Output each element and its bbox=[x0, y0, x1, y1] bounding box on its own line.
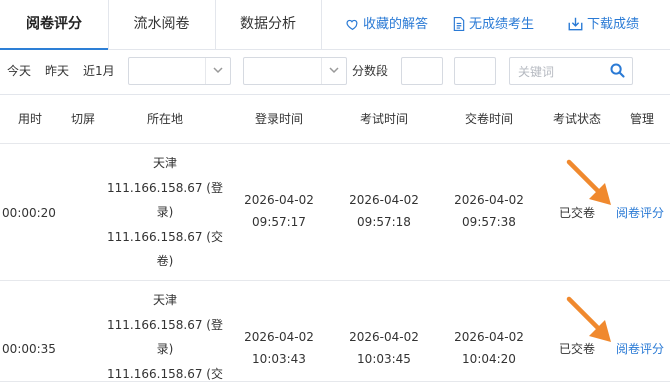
exam-date: 2026-04-02 bbox=[344, 326, 424, 348]
favorite-answers-label: 收藏的解答 bbox=[363, 17, 428, 32]
exam-time-cell: 2026-04-02 09:57:18 bbox=[344, 189, 424, 233]
col-duration: 用时 bbox=[0, 95, 60, 143]
col-submit-time: 交卷时间 bbox=[449, 95, 529, 143]
exam-clock: 09:57:18 bbox=[344, 211, 424, 233]
document-icon bbox=[453, 17, 465, 31]
no-score-candidates-link[interactable]: 无成绩考生 bbox=[453, 0, 534, 49]
location-ip-login-suffix: 录) bbox=[105, 200, 225, 225]
col-login-time: 登录时间 bbox=[239, 95, 319, 143]
score-min-input[interactable] bbox=[401, 57, 443, 85]
location-ip-login: 111.166.158.67 (登 bbox=[105, 313, 225, 338]
login-clock: 10:03:43 bbox=[239, 348, 319, 370]
chevron-down-icon bbox=[329, 67, 339, 74]
keyword-input[interactable] bbox=[516, 61, 608, 83]
col-location: 所在地 bbox=[105, 95, 225, 143]
filter-select-1[interactable] bbox=[128, 57, 231, 85]
submit-time-cell: 2026-04-02 09:57:38 bbox=[449, 189, 529, 233]
filter-select-2[interactable] bbox=[243, 57, 347, 85]
table-row: 00:00:20 天津 111.166.158.67 (登 录) 111.166… bbox=[0, 144, 670, 281]
col-exam-status: 考试状态 bbox=[544, 95, 610, 143]
col-exam-time: 考试时间 bbox=[344, 95, 424, 143]
login-date: 2026-04-02 bbox=[239, 189, 319, 211]
login-time-cell: 2026-04-02 10:03:43 bbox=[239, 326, 319, 370]
heart-icon bbox=[346, 18, 359, 31]
duration-cell: 00:00:35 bbox=[0, 339, 58, 359]
grade-button[interactable]: 阅卷评分 bbox=[616, 203, 670, 223]
location-city: 天津 bbox=[105, 288, 225, 313]
tab-flow-grading[interactable]: 流水阅卷 bbox=[108, 0, 216, 49]
filter-last-month[interactable]: 近1月 bbox=[83, 50, 115, 92]
tab-grading[interactable]: 阅卷评分 bbox=[0, 0, 109, 50]
col-manage: 管理 bbox=[618, 95, 666, 143]
table-header: 用时 切屏 所在地 登录时间 考试时间 交卷时间 考试状态 管理 bbox=[0, 95, 670, 144]
location-ip-submit: 111.166.158.67 (交 bbox=[105, 362, 225, 386]
submit-date: 2026-04-02 bbox=[449, 326, 529, 348]
duration-cell: 00:00:20 bbox=[0, 203, 58, 223]
filter-yesterday[interactable]: 昨天 bbox=[45, 50, 69, 92]
location-cell: 天津 111.166.158.67 (登 录) 111.166.158.67 (… bbox=[105, 151, 225, 274]
favorite-answers-link[interactable]: 收藏的解答 bbox=[346, 0, 428, 49]
pointer-arrow-icon bbox=[565, 158, 617, 210]
exam-date: 2026-04-02 bbox=[344, 189, 424, 211]
pointer-arrow-icon bbox=[565, 295, 617, 347]
exam-time-cell: 2026-04-02 10:03:45 bbox=[344, 326, 424, 370]
chevron-down-icon bbox=[213, 67, 223, 74]
location-ip-submit: 111.166.158.67 (交 bbox=[105, 225, 225, 250]
submit-clock: 09:57:38 bbox=[449, 211, 529, 233]
login-clock: 09:57:17 bbox=[239, 211, 319, 233]
download-icon bbox=[568, 17, 583, 31]
location-cell: 天津 111.166.158.67 (登 录) 111.166.158.67 (… bbox=[105, 288, 225, 386]
submit-clock: 10:04:20 bbox=[449, 348, 529, 370]
top-tab-bar: 阅卷评分 流水阅卷 数据分析 收藏的解答 无成绩考生 下载成绩 bbox=[0, 0, 670, 50]
grade-button[interactable]: 阅卷评分 bbox=[616, 339, 670, 359]
submit-date: 2026-04-02 bbox=[449, 189, 529, 211]
login-time-cell: 2026-04-02 09:57:17 bbox=[239, 189, 319, 233]
col-screen-switch: 切屏 bbox=[60, 95, 106, 143]
location-ip-submit-suffix: 卷) bbox=[105, 249, 225, 274]
filter-today[interactable]: 今天 bbox=[7, 50, 31, 92]
download-scores-label: 下载成绩 bbox=[587, 17, 639, 32]
location-ip-login-suffix: 录) bbox=[105, 337, 225, 362]
score-range-label: 分数段 bbox=[352, 50, 388, 92]
table-row: 00:00:35 天津 111.166.158.67 (登 录) 111.166… bbox=[0, 281, 670, 382]
no-score-candidates-label: 无成绩考生 bbox=[469, 17, 534, 32]
location-city: 天津 bbox=[105, 151, 225, 176]
search-icon[interactable] bbox=[609, 62, 626, 79]
filter-bar: 今天 昨天 近1月 分数段 bbox=[0, 50, 670, 95]
login-date: 2026-04-02 bbox=[239, 326, 319, 348]
download-scores-link[interactable]: 下载成绩 bbox=[568, 0, 639, 49]
keyword-search bbox=[509, 57, 633, 85]
exam-clock: 10:03:45 bbox=[344, 348, 424, 370]
submit-time-cell: 2026-04-02 10:04:20 bbox=[449, 326, 529, 370]
tab-data-analysis[interactable]: 数据分析 bbox=[215, 0, 322, 49]
score-max-input[interactable] bbox=[454, 57, 496, 85]
location-ip-login: 111.166.158.67 (登 bbox=[105, 176, 225, 201]
